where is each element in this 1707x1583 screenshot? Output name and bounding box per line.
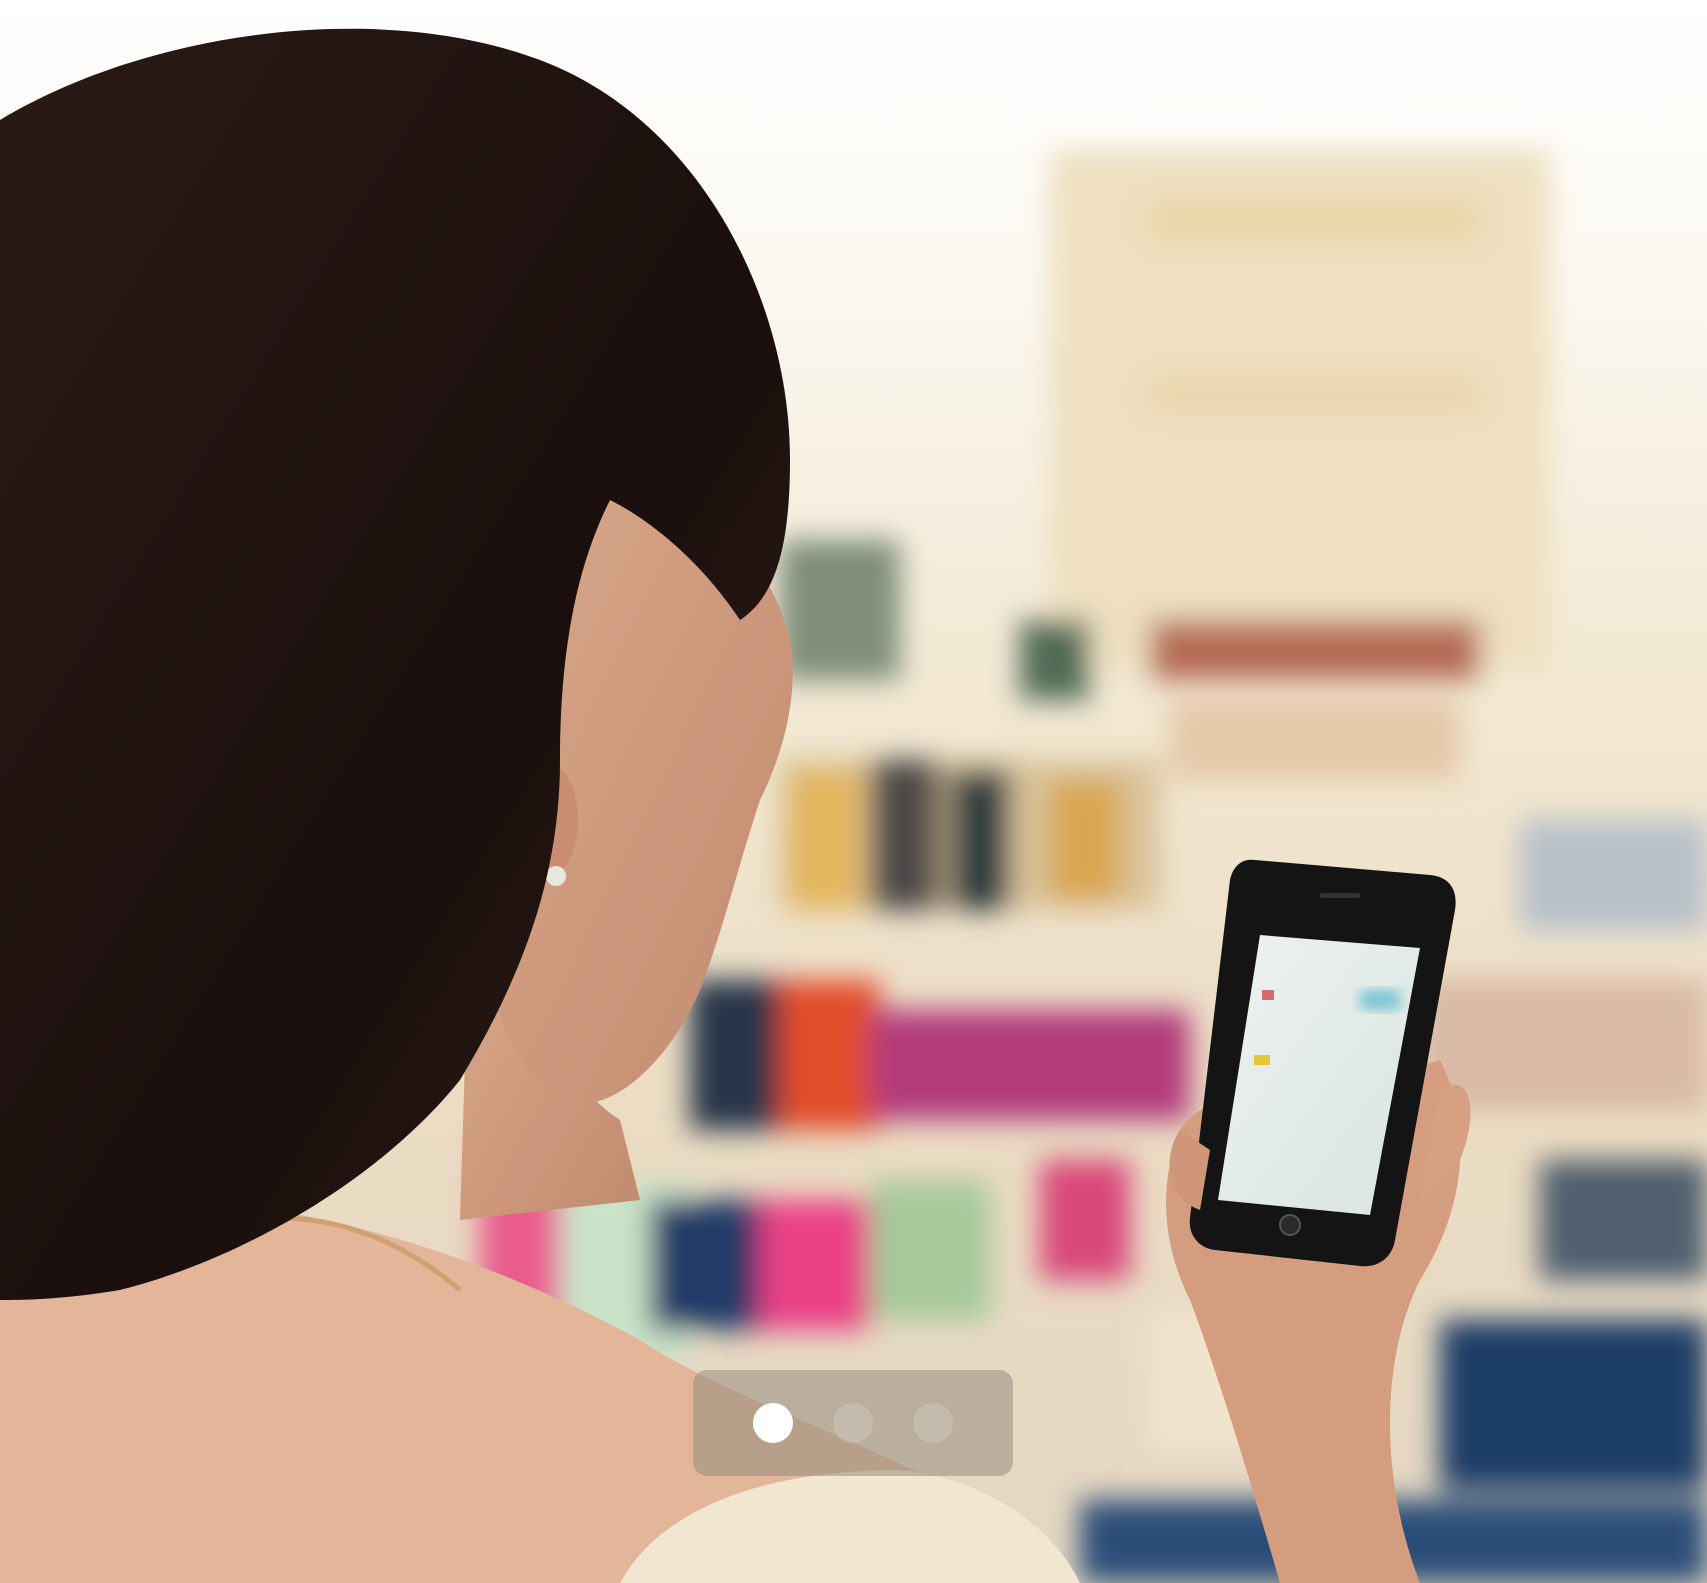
carousel-pager bbox=[693, 1370, 1013, 1476]
carousel-dot-1[interactable] bbox=[753, 1403, 793, 1443]
carousel-dot-3[interactable] bbox=[913, 1403, 953, 1443]
hero-photo bbox=[0, 28, 1707, 1583]
hero-carousel bbox=[0, 0, 1707, 1583]
carousel-dot-2[interactable] bbox=[833, 1403, 873, 1443]
